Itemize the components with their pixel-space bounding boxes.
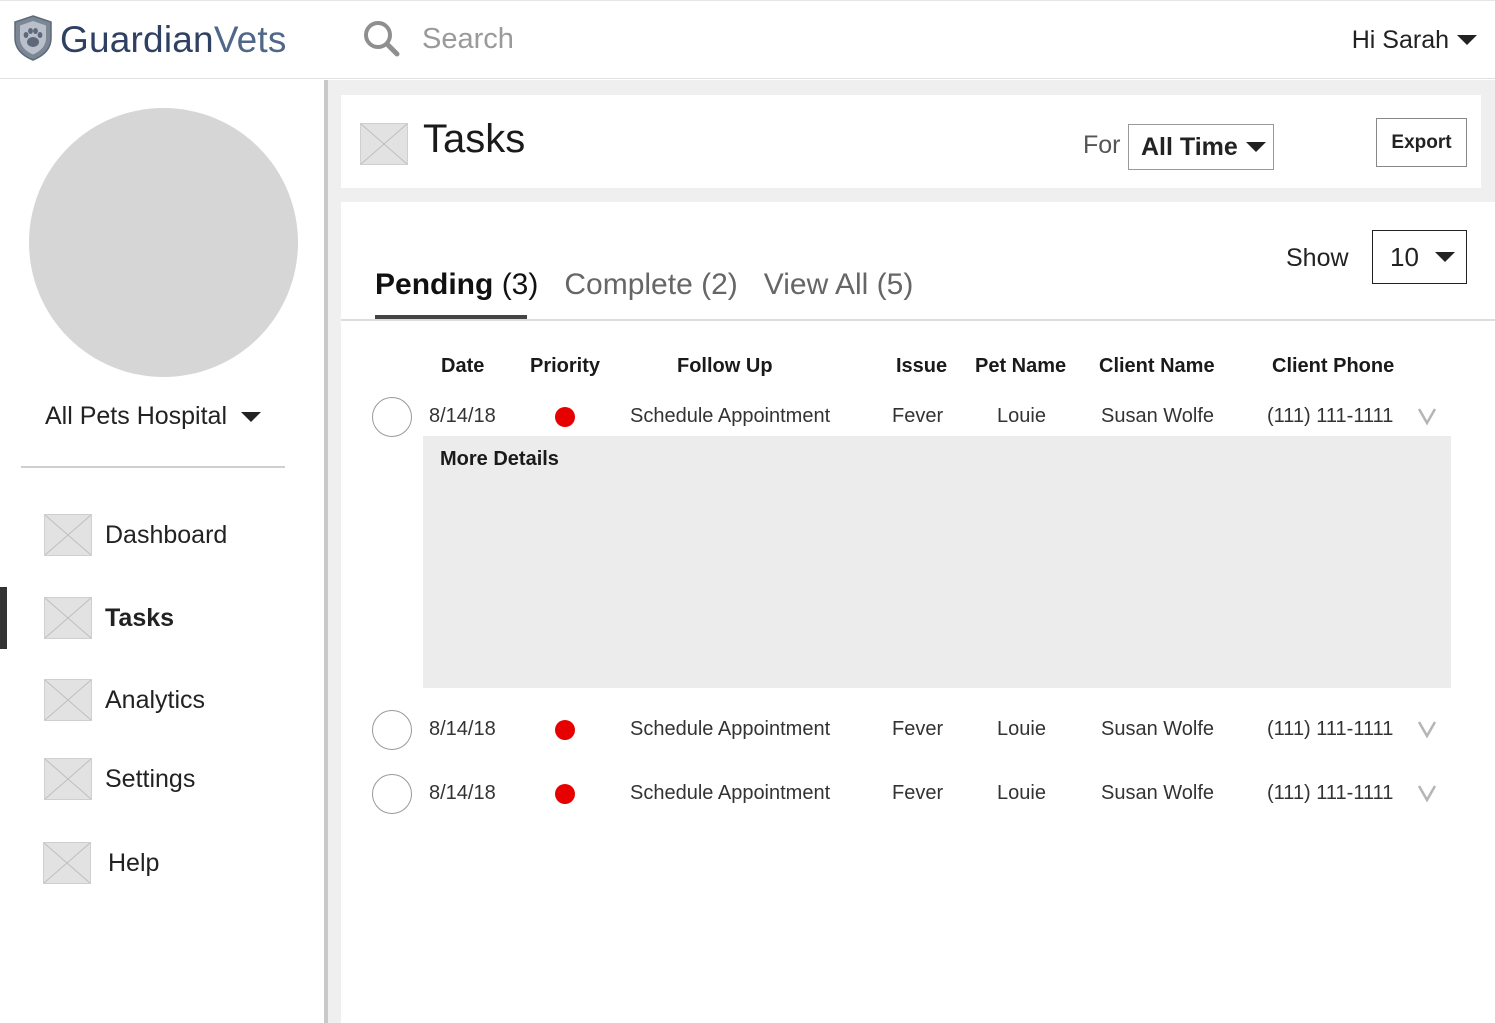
shield-paw-logo-icon: [14, 15, 52, 61]
complete-task-checkbox[interactable]: [372, 710, 412, 750]
image-placeholder-icon: [44, 679, 92, 721]
column-header-issue[interactable]: Issue: [896, 355, 947, 378]
for-label: For: [1083, 131, 1121, 159]
hospital-name: All Pets Hospital: [45, 402, 228, 430]
table-row[interactable]: 8/14/18 Schedule Appointment Fever Louie…: [341, 397, 1495, 437]
caret-down-icon: [1434, 252, 1455, 262]
column-header-client-phone[interactable]: Client Phone: [1272, 355, 1394, 378]
cell-pet-name: Louie: [997, 718, 1046, 740]
hospital-avatar: [29, 108, 298, 377]
table-row[interactable]: 8/14/18 Schedule Appointment Fever Louie…: [341, 774, 1495, 814]
page-size-value: 10: [1390, 241, 1419, 272]
tab-label: View All: [763, 268, 869, 301]
sidebar-item-settings[interactable]: Settings: [0, 748, 324, 810]
chevron-down-icon[interactable]: [1415, 716, 1439, 742]
hospital-selector[interactable]: All Pets Hospital: [45, 402, 262, 431]
tab-label: Complete: [564, 268, 693, 301]
tab-count: (5): [876, 268, 914, 301]
column-header-priority[interactable]: Priority: [530, 355, 600, 378]
image-placeholder-icon: [360, 123, 408, 165]
export-button[interactable]: Export: [1376, 118, 1467, 167]
page-title: Tasks: [423, 117, 526, 161]
cell-date: 8/14/18: [429, 405, 496, 427]
cell-client-phone: (111) 111-1111: [1267, 718, 1394, 740]
sidebar: All Pets Hospital Dashboard Tasks Analyt…: [0, 80, 328, 1023]
details-title: More Details: [440, 448, 559, 470]
caret-down-icon: [1245, 142, 1266, 152]
tab-count: (2): [701, 268, 738, 301]
caret-down-icon: [1457, 35, 1477, 45]
priority-high-indicator: [555, 407, 575, 427]
page-size-select[interactable]: 10: [1372, 230, 1467, 284]
image-placeholder-icon: [44, 514, 92, 556]
cell-date: 8/14/18: [429, 718, 496, 740]
title-card: Tasks For All Time Export: [341, 95, 1481, 188]
show-label: Show: [1286, 244, 1349, 272]
task-tabs: Pending (3) Complete (2) View All (5): [375, 268, 914, 320]
priority-high-indicator: [555, 720, 575, 740]
column-header-date[interactable]: Date: [441, 355, 484, 378]
main-area: Tasks For All Time Export Pending (3) Co…: [328, 80, 1495, 1023]
cell-client-phone: (111) 111-1111: [1267, 782, 1394, 804]
sidebar-item-label: Help: [108, 848, 160, 877]
search-input[interactable]: [422, 19, 822, 59]
sidebar-item-help[interactable]: Help: [0, 832, 324, 894]
sidebar-divider: [21, 466, 285, 468]
cell-follow-up: Schedule Appointment: [630, 405, 831, 427]
column-header-pet-name[interactable]: Pet Name: [975, 355, 1066, 378]
chevron-down-icon[interactable]: [1415, 780, 1439, 806]
cell-issue: Fever: [892, 718, 944, 740]
time-filter-value: All Time: [1141, 132, 1238, 161]
image-placeholder-icon: [44, 597, 92, 639]
tab-label: Pending: [375, 268, 494, 301]
cell-issue: Fever: [892, 405, 944, 427]
tab-view-all[interactable]: View All (5): [764, 268, 914, 314]
user-greeting: Hi Sarah: [1351, 25, 1449, 54]
task-details-panel: More Details: [423, 436, 1451, 688]
tab-complete[interactable]: Complete (2): [564, 268, 737, 314]
caret-down-icon: [241, 411, 262, 422]
sidebar-item-label: Settings: [105, 764, 196, 793]
brand-name[interactable]: GuardianVets: [60, 20, 287, 60]
table-row[interactable]: 8/14/18 Schedule Appointment Fever Louie…: [341, 710, 1495, 750]
sidebar-item-dashboard[interactable]: Dashboard: [0, 504, 324, 566]
column-header-follow-up[interactable]: Follow Up: [677, 355, 773, 378]
search-icon[interactable]: [362, 19, 400, 57]
chevron-down-icon[interactable]: [1415, 403, 1439, 429]
top-header: GuardianVets Hi Sarah: [0, 0, 1495, 79]
priority-high-indicator: [555, 784, 575, 804]
tabs-divider: [341, 319, 1495, 321]
cell-client-phone: (111) 111-1111: [1267, 405, 1394, 427]
brand-part1: Guardian: [60, 19, 214, 60]
cell-client-name: Susan Wolfe: [1101, 782, 1215, 804]
cell-client-name: Susan Wolfe: [1101, 405, 1215, 427]
cell-date: 8/14/18: [429, 782, 496, 804]
complete-task-checkbox[interactable]: [372, 774, 412, 814]
sidebar-item-label: Tasks: [105, 603, 175, 632]
cell-issue: Fever: [892, 782, 944, 804]
image-placeholder-icon: [43, 842, 91, 884]
cell-follow-up: Schedule Appointment: [630, 718, 831, 740]
cell-client-name: Susan Wolfe: [1101, 718, 1215, 740]
sidebar-item-tasks[interactable]: Tasks: [0, 587, 324, 649]
tab-count: (3): [501, 268, 539, 301]
user-menu[interactable]: Hi Sarah: [1352, 23, 1477, 57]
cell-pet-name: Louie: [997, 782, 1046, 804]
tasks-card: Pending (3) Complete (2) View All (5) Sh…: [341, 202, 1495, 1023]
column-header-client-name[interactable]: Client Name: [1099, 355, 1215, 378]
time-filter-select[interactable]: All Time: [1128, 124, 1274, 170]
brand-part2: Vets: [213, 19, 287, 60]
complete-task-checkbox[interactable]: [372, 397, 412, 437]
cell-pet-name: Louie: [997, 405, 1046, 427]
tab-pending[interactable]: Pending (3): [375, 268, 539, 320]
sidebar-item-label: Dashboard: [105, 520, 228, 549]
image-placeholder-icon: [44, 758, 92, 800]
cell-follow-up: Schedule Appointment: [630, 782, 831, 804]
sidebar-item-analytics[interactable]: Analytics: [0, 669, 324, 731]
sidebar-item-label: Analytics: [105, 685, 206, 714]
